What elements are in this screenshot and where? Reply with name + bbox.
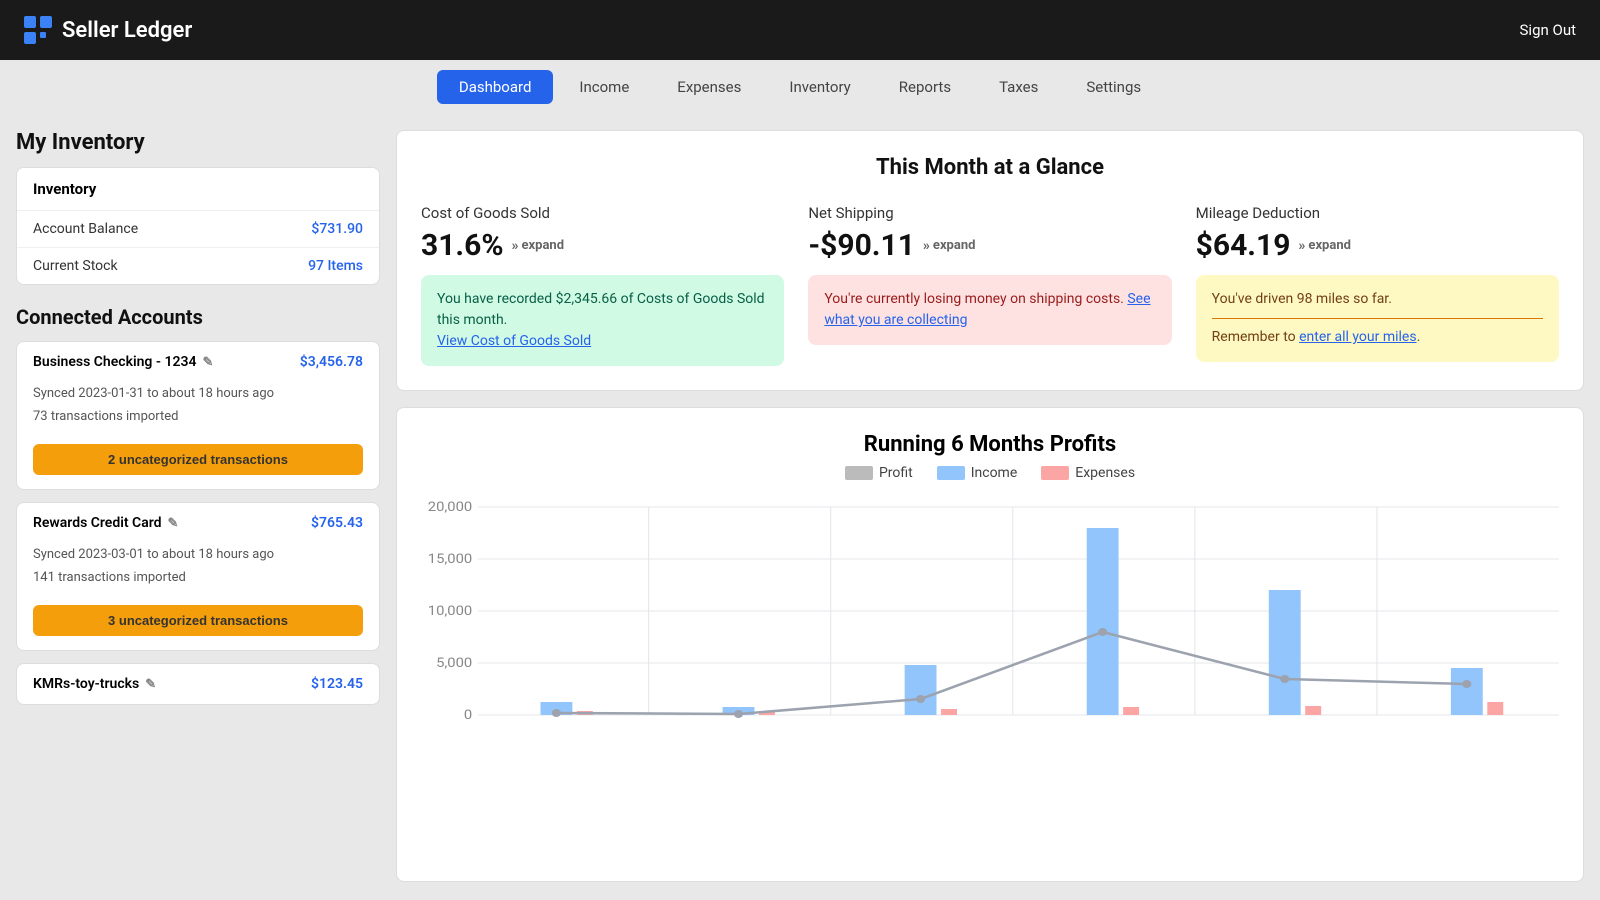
account-balance-0[interactable]: $3,456.78 xyxy=(300,354,363,370)
account-balance-1[interactable]: $765.43 xyxy=(311,515,363,531)
inventory-card: Inventory Account Balance $731.90 Curren… xyxy=(16,167,380,285)
glance-grid: Cost of Goods Sold 31.6% expand You have… xyxy=(421,204,1559,366)
chart-svg: 20,000 15,000 10,000 5,000 0 xyxy=(421,497,1559,757)
nav-settings[interactable]: Settings xyxy=(1064,70,1163,104)
income-swatch xyxy=(937,466,965,480)
right-content: This Month at a Glance Cost of Goods Sol… xyxy=(396,130,1584,882)
edit-icon-0[interactable]: ✎ xyxy=(202,355,213,370)
nav-income[interactable]: Income xyxy=(557,70,651,104)
svg-text:15,000: 15,000 xyxy=(428,552,473,567)
sidebar: My Inventory Inventory Account Balance $… xyxy=(16,130,396,882)
glance-shipping: Net Shipping -$90.11 expand You're curre… xyxy=(808,204,1171,366)
chart-title: Running 6 Months Profits xyxy=(421,432,1559,457)
glance-cogs: Cost of Goods Sold 31.6% expand You have… xyxy=(421,204,784,366)
nav-reports[interactable]: Reports xyxy=(877,70,973,104)
uncategorized-btn-1[interactable]: 3 uncategorized transactions xyxy=(33,605,363,636)
glance-mileage: Mileage Deduction $64.19 expand You've d… xyxy=(1196,204,1559,366)
account-balance-label: Account Balance xyxy=(33,221,138,237)
account-header-0: Business Checking - 1234 ✎ $3,456.78 xyxy=(17,342,379,382)
logo: Seller Ledger xyxy=(24,16,192,44)
legend-expenses: Expenses xyxy=(1041,465,1135,481)
account-name-1: Rewards Credit Card ✎ xyxy=(33,515,178,531)
mileage-box: You've driven 98 miles so far. Remember … xyxy=(1196,275,1559,362)
nav-taxes[interactable]: Taxes xyxy=(977,70,1060,104)
logo-text: Seller Ledger xyxy=(62,18,192,43)
legend-income: Income xyxy=(937,465,1018,481)
account-name-2: KMRs-toy-trucks ✎ xyxy=(33,676,156,692)
transactions-0: 73 transactions imported xyxy=(17,405,379,436)
my-inventory-title: My Inventory xyxy=(16,130,380,155)
transactions-1: 141 transactions imported xyxy=(17,566,379,597)
svg-text:5,000: 5,000 xyxy=(436,656,472,671)
income-label: Income xyxy=(971,465,1018,481)
account-balance-2[interactable]: $123.45 xyxy=(311,676,363,692)
cogs-label: Cost of Goods Sold xyxy=(421,204,784,222)
shipping-label: Net Shipping xyxy=(808,204,1171,222)
account-card-2: KMRs-toy-trucks ✎ $123.45 xyxy=(16,663,380,705)
chart-card: Running 6 Months Profits Profit Income E… xyxy=(396,407,1584,882)
account-balance-row: Account Balance $731.90 xyxy=(17,211,379,248)
chart-area: 20,000 15,000 10,000 5,000 0 xyxy=(421,497,1559,757)
account-header-2: KMRs-toy-trucks ✎ $123.45 xyxy=(17,664,379,704)
mileage-label: Mileage Deduction xyxy=(1196,204,1559,222)
current-stock-label: Current Stock xyxy=(33,258,118,274)
header: Seller Ledger Sign Out xyxy=(0,0,1600,60)
sync-info-1: Synced 2023-03-01 to about 18 hours ago xyxy=(17,543,379,566)
expenses-label: Expenses xyxy=(1075,465,1135,481)
account-balance-value[interactable]: $731.90 xyxy=(311,221,363,237)
shipping-box: You're currently losing money on shippin… xyxy=(808,275,1171,345)
inventory-card-header: Inventory xyxy=(17,168,379,211)
account-name-0: Business Checking - 1234 ✎ xyxy=(33,354,213,370)
connected-accounts-title: Connected Accounts xyxy=(16,305,380,329)
cogs-value: 31.6% expand xyxy=(421,228,784,263)
account-card-0: Business Checking - 1234 ✎ $3,456.78 Syn… xyxy=(16,341,380,490)
svg-text:10,000: 10,000 xyxy=(428,604,473,619)
mileage-value: $64.19 expand xyxy=(1196,228,1559,263)
profit-swatch xyxy=(845,466,873,480)
account-header-1: Rewards Credit Card ✎ $765.43 xyxy=(17,503,379,543)
cogs-expand[interactable]: expand xyxy=(512,238,565,254)
shipping-value: -$90.11 expand xyxy=(808,228,1171,263)
sign-out-button[interactable]: Sign Out xyxy=(1520,21,1576,39)
edit-icon-2[interactable]: ✎ xyxy=(145,677,156,692)
main-nav: Dashboard Income Expenses Inventory Repo… xyxy=(0,60,1600,114)
legend-profit: Profit xyxy=(845,465,913,481)
main-content: My Inventory Inventory Account Balance $… xyxy=(0,114,1600,898)
mileage-box-link[interactable]: enter all your miles xyxy=(1299,329,1416,345)
glance-card: This Month at a Glance Cost of Goods Sol… xyxy=(396,130,1584,391)
svg-text:20,000: 20,000 xyxy=(428,500,473,515)
profit-label: Profit xyxy=(879,465,913,481)
glance-title: This Month at a Glance xyxy=(421,155,1559,180)
edit-icon-1[interactable]: ✎ xyxy=(168,516,179,531)
nav-inventory[interactable]: Inventory xyxy=(767,70,872,104)
cogs-box: You have recorded $2,345.66 of Costs of … xyxy=(421,275,784,366)
current-stock-row: Current Stock 97 Items xyxy=(17,248,379,284)
chart-legend: Profit Income Expenses xyxy=(421,465,1559,481)
sync-info-0: Synced 2023-01-31 to about 18 hours ago xyxy=(17,382,379,405)
account-card-1: Rewards Credit Card ✎ $765.43 Synced 202… xyxy=(16,502,380,651)
cogs-box-link[interactable]: View Cost of Goods Sold xyxy=(437,333,591,349)
uncategorized-btn-0[interactable]: 2 uncategorized transactions xyxy=(33,444,363,475)
svg-text:0: 0 xyxy=(464,708,472,723)
mileage-expand[interactable]: expand xyxy=(1298,238,1351,254)
shipping-expand[interactable]: expand xyxy=(923,238,976,254)
nav-dashboard[interactable]: Dashboard xyxy=(437,70,554,104)
current-stock-value[interactable]: 97 Items xyxy=(308,258,363,274)
expenses-swatch xyxy=(1041,466,1069,480)
nav-expenses[interactable]: Expenses xyxy=(655,70,763,104)
logo-icon xyxy=(24,16,52,44)
